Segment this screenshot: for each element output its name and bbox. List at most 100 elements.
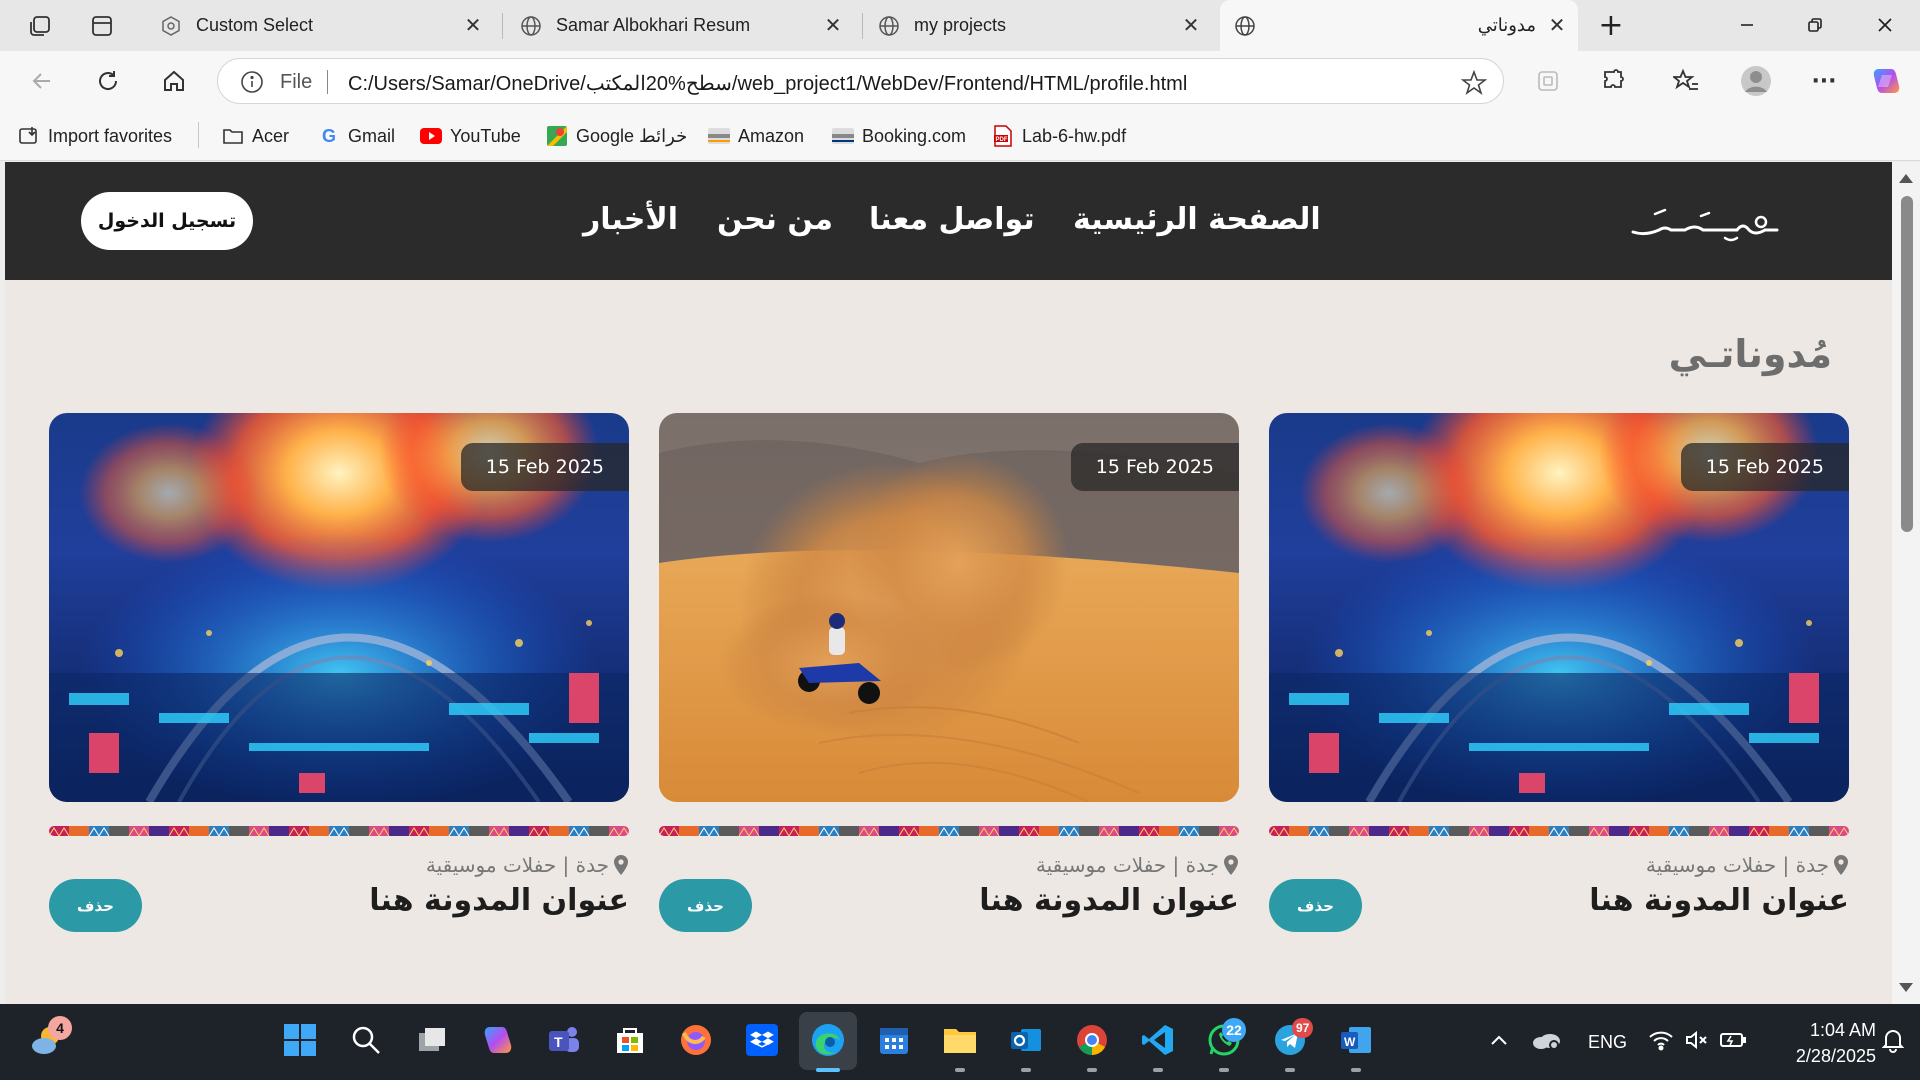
import-icon bbox=[18, 125, 40, 147]
reading-view-icon[interactable] bbox=[1532, 65, 1564, 97]
nav-link-news[interactable]: الأخبار bbox=[583, 202, 678, 242]
battery-icon[interactable] bbox=[1716, 1020, 1750, 1060]
blog-card[interactable]: 15 Feb 2025 جدة | حفلات موسيقية عنوان ال… bbox=[659, 413, 1239, 932]
site-header: تسجيل الدخول الأخبار من نحن تواصل معنا ا… bbox=[5, 162, 1892, 280]
address-bar[interactable]: File C:/Users/Samar/OneDrive/سطح%20المكت… bbox=[217, 58, 1504, 104]
nav-link-home[interactable]: الصفحة الرئيسية bbox=[1073, 202, 1321, 242]
file-explorer-icon[interactable] bbox=[940, 1020, 980, 1060]
profile-avatar-icon[interactable] bbox=[1740, 65, 1772, 97]
running-indicator bbox=[955, 1068, 965, 1072]
dropbox-icon[interactable] bbox=[742, 1020, 782, 1060]
location-text: جدة | حفلات موسيقية bbox=[425, 853, 609, 877]
bookmark-lab-pdf[interactable]: PDF Lab-6-hw.pdf bbox=[992, 123, 1126, 149]
favorite-star-icon[interactable] bbox=[1461, 70, 1487, 96]
copilot-icon[interactable] bbox=[1870, 65, 1902, 97]
blog-card[interactable]: 15 Feb 2025 جدة | حفلات موسيقية عنوان ال… bbox=[1269, 413, 1849, 932]
outlook-icon[interactable] bbox=[1006, 1020, 1046, 1060]
restore-button[interactable] bbox=[1800, 10, 1830, 40]
nav-link-contact[interactable]: تواصل معنا bbox=[869, 202, 1035, 242]
scroll-up-arrow-icon[interactable] bbox=[1899, 174, 1913, 183]
running-indicator bbox=[1219, 1068, 1229, 1072]
minimize-button[interactable] bbox=[1732, 10, 1762, 40]
blog-card-title[interactable]: عنوان المدونة هنا bbox=[1589, 883, 1849, 918]
tab-title: my projects bbox=[914, 15, 1007, 35]
tab-my-projects[interactable]: my projects ✕ bbox=[864, 0, 1212, 51]
bookmark-gmail[interactable]: G Gmail bbox=[318, 123, 395, 149]
vertical-tabs-icon[interactable] bbox=[88, 12, 116, 40]
close-tab-icon[interactable]: ✕ bbox=[462, 14, 484, 36]
blog-card-title[interactable]: عنوان المدونة هنا bbox=[979, 883, 1239, 918]
show-hidden-icons-chevron-icon[interactable] bbox=[1484, 1020, 1514, 1060]
start-menu-icon[interactable] bbox=[280, 1020, 320, 1060]
login-button[interactable]: تسجيل الدخول bbox=[81, 192, 253, 250]
close-window-button[interactable] bbox=[1870, 10, 1900, 40]
tab-resume[interactable]: Samar Albokhari Resum ✕ bbox=[506, 0, 854, 51]
notifications-bell-icon[interactable] bbox=[1878, 1020, 1908, 1060]
url-text[interactable]: C:/Users/Samar/OneDrive/سطح%20المكتب/web… bbox=[348, 71, 1187, 96]
date-badge: 15 Feb 2025 bbox=[460, 443, 629, 491]
tab-my-blogs-active[interactable]: مدوناتي ✕ bbox=[1220, 0, 1578, 51]
blog-card-image[interactable]: 15 Feb 2025 bbox=[1269, 413, 1849, 802]
info-icon[interactable] bbox=[240, 70, 264, 94]
bookmark-label: Acer bbox=[252, 125, 290, 146]
sadu-pattern-strip bbox=[659, 826, 1239, 836]
search-icon[interactable] bbox=[346, 1020, 386, 1060]
sadu-pattern-strip bbox=[49, 826, 629, 836]
home-button[interactable] bbox=[158, 65, 190, 97]
custom-select-favicon bbox=[160, 15, 182, 37]
delete-button[interactable]: حذف bbox=[49, 879, 142, 932]
calendar-icon[interactable] bbox=[874, 1020, 914, 1060]
bookmark-amazon[interactable]: Amazon bbox=[708, 123, 804, 149]
new-tab-button[interactable]: + bbox=[1596, 8, 1626, 43]
reload-button[interactable] bbox=[92, 65, 124, 97]
blog-card-title[interactable]: عنوان المدونة هنا bbox=[369, 883, 629, 918]
tab-custom-select[interactable]: Custom Select ✕ bbox=[146, 0, 494, 51]
blog-card-location: جدة | حفلات موسيقية bbox=[1036, 853, 1239, 877]
task-view-icon[interactable] bbox=[412, 1020, 452, 1060]
windows-taskbar: 4 T 22 97 W ENG 1:04 AM 2/28/2025 bbox=[0, 1004, 1920, 1080]
volume-muted-icon[interactable] bbox=[1680, 1020, 1714, 1060]
wifi-icon[interactable] bbox=[1644, 1020, 1678, 1060]
blog-card-image[interactable]: 15 Feb 2025 bbox=[659, 413, 1239, 802]
word-icon[interactable]: W bbox=[1336, 1020, 1376, 1060]
delete-button[interactable]: حذف bbox=[1269, 879, 1362, 932]
tab-title: Samar Albokhari Resum bbox=[556, 15, 751, 35]
firefox-icon[interactable] bbox=[676, 1020, 716, 1060]
favorites-icon[interactable] bbox=[1670, 65, 1702, 97]
bookmark-import-favorites[interactable]: Import favorites bbox=[18, 123, 172, 149]
close-tab-icon[interactable]: ✕ bbox=[822, 14, 844, 36]
bookmark-acer[interactable]: Acer bbox=[222, 123, 289, 149]
close-tab-icon[interactable]: ✕ bbox=[1546, 14, 1568, 36]
teams-icon[interactable]: T bbox=[544, 1020, 584, 1060]
more-menu-icon[interactable]: ··· bbox=[1808, 65, 1840, 97]
blog-card[interactable]: 15 Feb 2025 جدة | حفلات موسيقية عنوان ال… bbox=[49, 413, 629, 932]
clock-time[interactable]: 1:04 AM bbox=[1786, 1020, 1876, 1041]
bookmark-label: Amazon bbox=[738, 125, 805, 146]
page-scrollbar[interactable] bbox=[1892, 162, 1920, 1004]
back-button[interactable] bbox=[26, 65, 58, 97]
scroll-down-arrow-icon[interactable] bbox=[1899, 983, 1913, 992]
folder-icon bbox=[222, 125, 244, 147]
delete-button[interactable]: حذف bbox=[659, 879, 752, 932]
language-indicator[interactable]: ENG bbox=[1588, 1032, 1627, 1053]
bookmark-youtube[interactable]: YouTube bbox=[420, 123, 521, 149]
workspaces-icon[interactable] bbox=[26, 12, 54, 40]
scrollbar-thumb[interactable] bbox=[1901, 196, 1913, 532]
location-pin-icon bbox=[614, 855, 628, 875]
site-logo[interactable] bbox=[1625, 200, 1785, 244]
clock-date[interactable]: 2/28/2025 bbox=[1766, 1046, 1876, 1067]
date-badge: 15 Feb 2025 bbox=[1680, 443, 1849, 491]
microsoft-store-icon[interactable] bbox=[610, 1020, 650, 1060]
onedrive-icon[interactable] bbox=[1530, 1020, 1564, 1060]
nav-link-about[interactable]: من نحن bbox=[717, 202, 833, 242]
close-tab-icon[interactable]: ✕ bbox=[1180, 14, 1202, 36]
chrome-icon[interactable] bbox=[1072, 1020, 1112, 1060]
vscode-icon[interactable] bbox=[1138, 1020, 1178, 1060]
location-pin-icon bbox=[1834, 855, 1848, 875]
extensions-icon[interactable] bbox=[1598, 65, 1630, 97]
bookmark-google-maps[interactable]: Google خرائط bbox=[546, 123, 687, 149]
bookmark-booking[interactable]: Booking.com bbox=[832, 123, 966, 149]
blog-card-image[interactable]: 15 Feb 2025 bbox=[49, 413, 629, 802]
copilot-taskbar-icon[interactable] bbox=[478, 1020, 518, 1060]
edge-browser-icon[interactable] bbox=[808, 1020, 848, 1060]
